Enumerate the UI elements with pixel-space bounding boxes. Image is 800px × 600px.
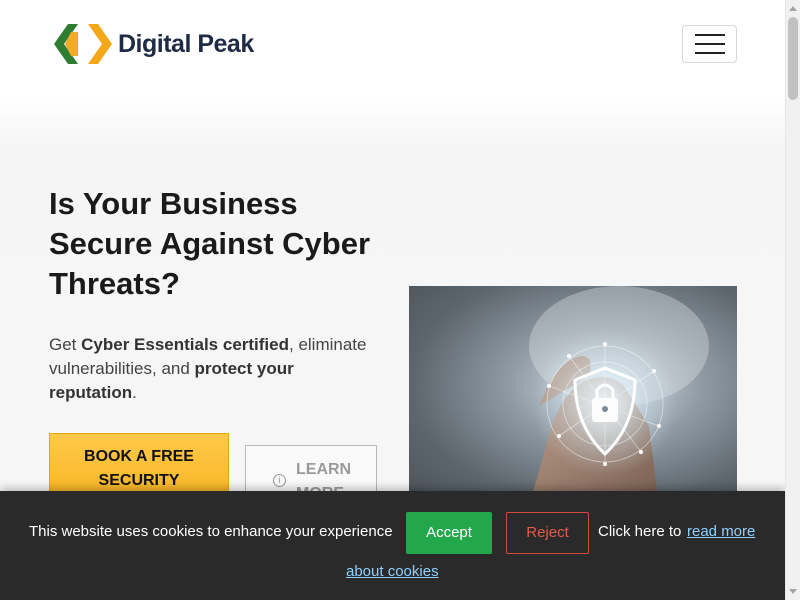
- vertical-scrollbar[interactable]: [785, 0, 800, 600]
- cookie-message: This website uses cookies to enhance you…: [29, 523, 393, 540]
- hero-image: [409, 286, 737, 506]
- scroll-thumb[interactable]: [788, 17, 798, 100]
- read-more-cookies-link-continued[interactable]: about cookies: [346, 563, 439, 580]
- logo[interactable]: Digital Peak: [54, 22, 254, 66]
- read-more-cookies-link[interactable]: read more: [687, 523, 755, 540]
- accept-cookies-button[interactable]: Accept: [406, 512, 492, 554]
- hero-subtitle-text: Get: [49, 335, 82, 354]
- reject-cookies-button[interactable]: Reject: [506, 512, 589, 554]
- page: Digital Peak Is Your Business Secure Aga…: [0, 0, 785, 600]
- hamburger-line: [694, 43, 725, 45]
- hero-title: Is Your Business Secure Against Cyber Th…: [49, 186, 371, 301]
- hero-subtitle: Get Cyber Essentials certified, eliminat…: [49, 333, 379, 405]
- hamburger-menu-icon: [694, 34, 725, 36]
- cookie-click-text: Click here to: [598, 523, 682, 540]
- scroll-up-arrow-icon[interactable]: [789, 6, 797, 11]
- logo-mark-icon: [54, 24, 112, 64]
- logo-text: Digital Peak: [118, 29, 254, 58]
- menu-button[interactable]: [682, 25, 737, 63]
- scroll-down-arrow-icon[interactable]: [789, 589, 797, 594]
- cyber-security-illustration: [529, 286, 709, 506]
- hamburger-line: [694, 52, 725, 54]
- info-icon: i: [273, 474, 286, 487]
- hero-subtitle-bold: Cyber Essentials certified: [81, 335, 289, 354]
- hero-subtitle-text: .: [132, 383, 137, 402]
- site-header: Digital Peak: [0, 0, 785, 90]
- cookie-banner: [0, 491, 785, 600]
